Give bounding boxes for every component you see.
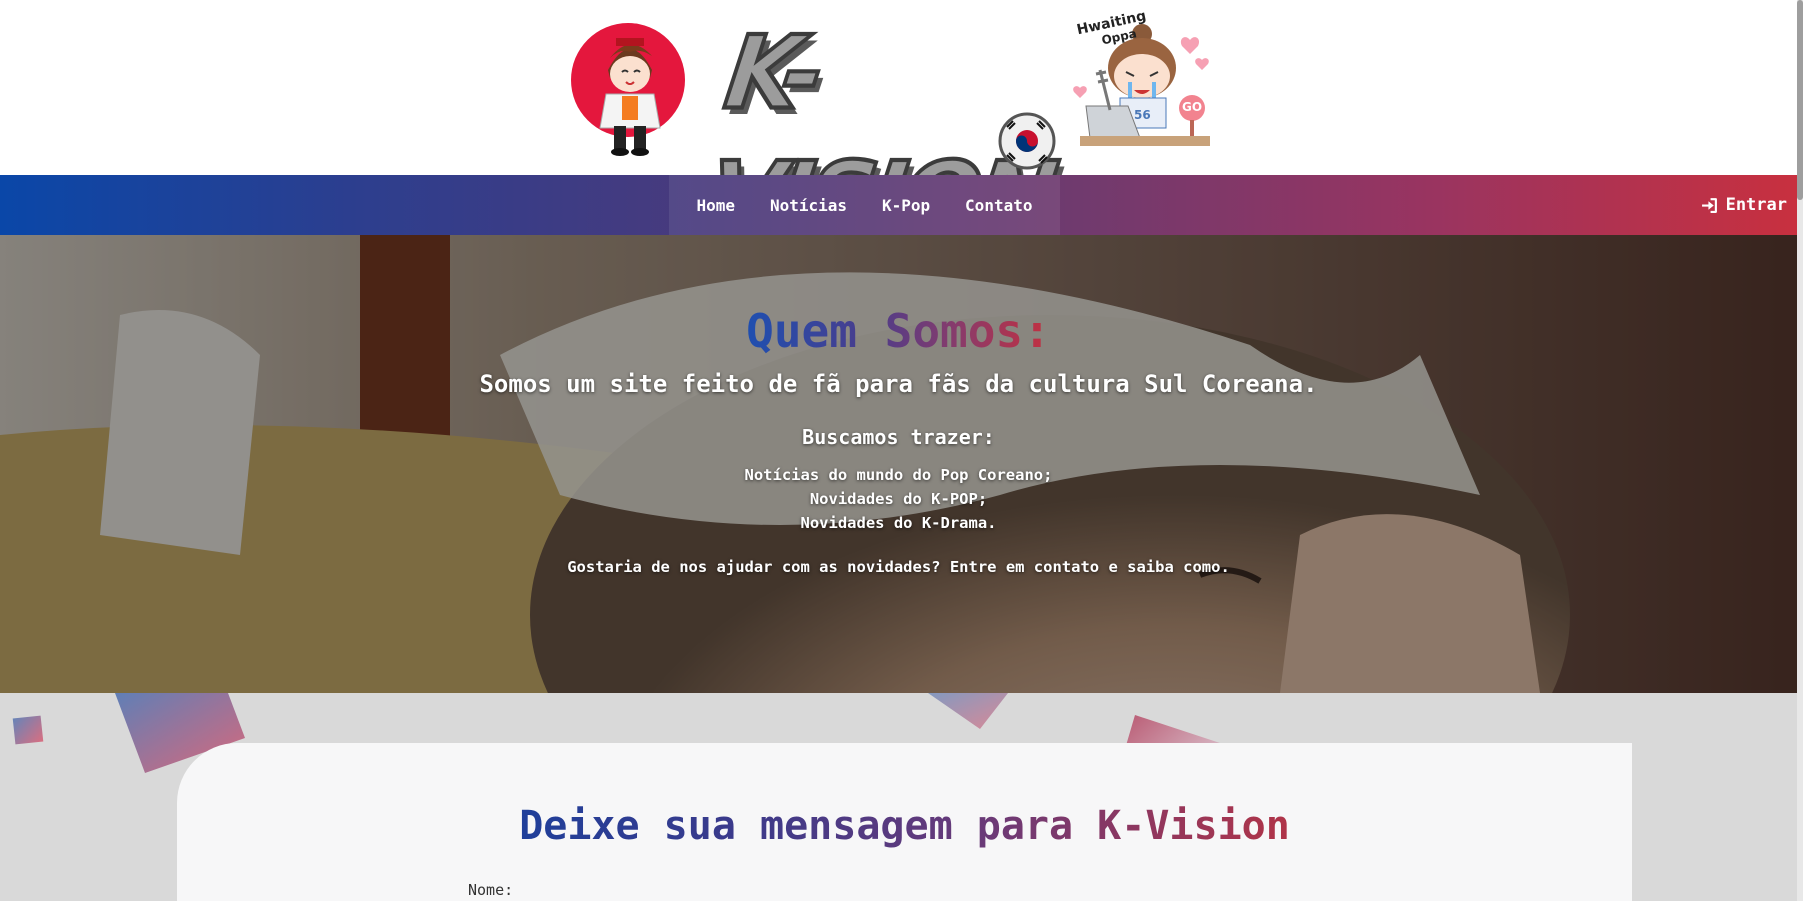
nav-link-kpop[interactable]: K-Pop	[882, 196, 930, 215]
scrollbar-thumb[interactable]	[1797, 0, 1803, 200]
nav-link-home[interactable]: Home	[696, 196, 735, 215]
list-item: Notícias do mundo do Pop Coreano;	[744, 466, 1053, 484]
hero-content: Quem Somos: Somos um site feito de fã pa…	[0, 303, 1797, 579]
page-scrollbar[interactable]	[1797, 0, 1803, 901]
chibi-boy-illustration	[571, 23, 685, 156]
hero-heading: Buscamos trazer:	[802, 425, 995, 449]
hero-title: Quem Somos:	[746, 304, 1051, 358]
name-field-label: Nome:	[468, 881, 514, 899]
login-button[interactable]: Entrar	[1701, 175, 1787, 235]
korean-flag-ball-icon	[998, 112, 1056, 170]
k-vision-logo[interactable]: K-VISION	[699, 12, 1060, 260]
sticker-jersey-number: 56	[1134, 108, 1151, 122]
contact-title-text: Deixe sua mensagem para K-Vision	[519, 803, 1290, 849]
main-navbar: Home Notícias K-Pop Contato Entrar	[0, 175, 1797, 235]
hero-subtitle: Somos um site feito de fã para fãs da cu…	[479, 370, 1318, 398]
contact-form-card: Deixe sua mensagem para K-Vision Nome:	[177, 743, 1632, 901]
contact-title: Deixe sua mensagem para K-Vision	[177, 801, 1632, 851]
hero-list: Notícias do mundo do Pop Coreano; Novida…	[0, 463, 1797, 535]
nav-link-noticias[interactable]: Notícias	[770, 196, 847, 215]
about-hero: Quem Somos: Somos um site feito de fã pa…	[0, 235, 1797, 693]
sign-in-icon	[1701, 197, 1717, 213]
login-label: Entrar	[1725, 195, 1787, 215]
list-item: Novidades do K-POP;	[809, 490, 988, 508]
nav-links: Home Notícias K-Pop Contato	[669, 175, 1060, 235]
sticker-go-badge: GO	[1182, 100, 1203, 114]
hero-paragraph: Gostaria de nos ajudar com as novidades?…	[567, 558, 1230, 576]
chibi-girl-sticker: Hwaiting Oppa GO 56	[1070, 8, 1220, 158]
nav-link-contato[interactable]: Contato	[965, 196, 1032, 215]
list-item: Novidades do K-Drama.	[800, 514, 997, 532]
site-header: K-VISION Hwaiting Oppa GO 56	[0, 0, 1803, 260]
